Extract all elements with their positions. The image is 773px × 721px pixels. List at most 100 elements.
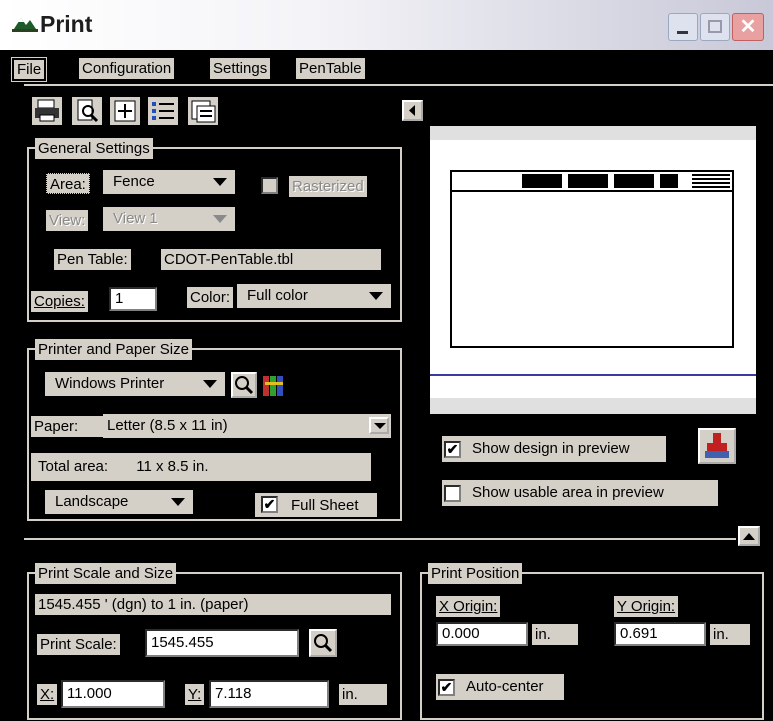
- menu-file[interactable]: File: [10, 57, 48, 82]
- chevron-down-icon: [203, 380, 217, 388]
- orientation-dropdown[interactable]: Landscape: [45, 490, 193, 514]
- show-usable-checkbox[interactable]: [444, 485, 461, 502]
- orientation-value: Landscape: [55, 493, 129, 510]
- x-origin-label: X Origin:: [436, 596, 501, 617]
- paper-value: Letter (8.5 x 11 in): [107, 417, 228, 434]
- x-origin-input[interactable]: 0.000: [436, 622, 528, 646]
- color-dropdown[interactable]: Full color: [237, 284, 391, 308]
- printer-dropdown[interactable]: Windows Printer: [45, 372, 225, 396]
- color-value: Full color: [247, 287, 308, 304]
- preview-title-block-right: [692, 174, 730, 188]
- y-origin-input[interactable]: 0.691: [614, 622, 706, 646]
- printer-paper-group: Printer and Paper Size Windows Printer P…: [27, 339, 402, 521]
- chevron-down-icon: [213, 215, 227, 223]
- pen-table-label: Pen Table:: [54, 249, 131, 270]
- properties-icon[interactable]: [188, 97, 218, 125]
- print-scale-input[interactable]: 1545.455: [145, 629, 299, 657]
- title-bar: Print ✕: [0, 0, 773, 50]
- area-value: Fence: [113, 173, 155, 190]
- general-settings-group: General Settings Area: Fence Rasterized …: [27, 138, 402, 322]
- show-design-row: ✔ Show design in preview: [442, 436, 666, 462]
- view-dropdown[interactable]: View 1: [103, 207, 235, 231]
- list-icon[interactable]: [148, 97, 178, 125]
- scale-search-button[interactable]: [309, 629, 337, 657]
- app-logo-icon: [12, 12, 38, 32]
- preview-bottom-line: [430, 374, 756, 376]
- rasterized-checkbox[interactable]: [261, 177, 278, 194]
- print-scale-label: Print Scale:: [37, 634, 120, 655]
- area-label: Area:: [46, 173, 90, 194]
- size-unit-label: in.: [339, 684, 387, 705]
- toolbar: [30, 93, 260, 129]
- print-position-group: Print Position X Origin: 0.000 in. Y Ori…: [420, 563, 764, 720]
- window-title: Print: [40, 11, 93, 37]
- full-sheet-checkbox[interactable]: ✔: [261, 496, 278, 513]
- y-origin-label: Y Origin:: [614, 596, 679, 617]
- menu-configuration[interactable]: Configuration: [79, 58, 175, 79]
- printer-icon[interactable]: [32, 97, 62, 125]
- x-size-input[interactable]: 11.000: [61, 680, 165, 708]
- arrow-left-icon: [409, 105, 415, 116]
- full-sheet-row: ✔ Full Sheet: [255, 493, 377, 517]
- area-dropdown[interactable]: Fence: [103, 170, 235, 194]
- magnifier-icon: [314, 634, 333, 653]
- paper-dropdown[interactable]: Letter (8.5 x 11 in): [103, 414, 391, 438]
- scale-ratio-text: 1545.455 ' (dgn) to 1 in. (paper): [35, 594, 391, 615]
- general-settings-title: General Settings: [35, 138, 153, 159]
- menu-settings[interactable]: Settings: [210, 58, 271, 79]
- chevron-down-icon: [171, 498, 185, 506]
- print-position-title: Print Position: [428, 563, 523, 584]
- preview-bottom-band: [430, 398, 756, 414]
- chevron-down-icon: [369, 292, 383, 300]
- printer-search-button[interactable]: [231, 372, 257, 398]
- y-size-input[interactable]: 7.118: [209, 680, 329, 708]
- copies-label: Copies:: [31, 291, 88, 312]
- collapse-left-button[interactable]: [402, 100, 423, 121]
- menu-divider: [24, 84, 773, 86]
- maximize-area-icon[interactable]: [110, 97, 140, 125]
- view-label: View:: [46, 210, 89, 231]
- plot-stamp-icon: [705, 433, 729, 458]
- close-icon: ✕: [739, 16, 757, 38]
- printer-value: Windows Printer: [55, 375, 165, 392]
- close-button[interactable]: ✕: [732, 13, 764, 41]
- show-usable-row: Show usable area in preview: [442, 480, 718, 506]
- maximize-button[interactable]: [700, 13, 730, 41]
- color-label: Color:: [187, 287, 234, 308]
- print-scale-group: Print Scale and Size 1545.455 ' (dgn) to…: [27, 563, 402, 720]
- chevron-down-icon: [213, 178, 227, 186]
- copies-input[interactable]: 1: [109, 287, 157, 311]
- menu-bar: File Configuration Settings PenTable: [0, 52, 773, 82]
- maximize-icon: [708, 20, 722, 33]
- dropdown-button[interactable]: [369, 417, 389, 434]
- total-area-label: Total area:: [38, 458, 109, 475]
- preview-panel: [430, 126, 756, 414]
- full-sheet-label: Full Sheet: [291, 497, 359, 514]
- print-button[interactable]: [698, 428, 736, 464]
- chevron-down-icon: [374, 423, 386, 429]
- print-scale-title: Print Scale and Size: [35, 563, 177, 584]
- y-size-label: Y:: [185, 684, 205, 705]
- auto-center-row: ✔ Auto-center: [436, 674, 564, 700]
- printer-properties-icon[interactable]: [261, 374, 287, 398]
- menu-pentable[interactable]: PenTable: [296, 58, 365, 79]
- y-origin-unit: in.: [710, 624, 750, 645]
- show-design-checkbox[interactable]: ✔: [444, 441, 461, 458]
- auto-center-checkbox[interactable]: ✔: [438, 679, 455, 696]
- magnifier-icon: [235, 376, 254, 395]
- paper-label: Paper:: [34, 418, 79, 435]
- auto-center-label: Auto-center: [466, 678, 544, 695]
- preview-top-band: [430, 126, 756, 140]
- total-area-row: Total area: 11 x 8.5 in.: [31, 453, 371, 481]
- minimize-button[interactable]: [668, 13, 698, 41]
- arrow-up-icon: [743, 533, 755, 540]
- x-size-label: X:: [37, 684, 58, 705]
- printer-paper-title: Printer and Paper Size: [35, 339, 192, 360]
- preview-title-block: [522, 174, 678, 188]
- collapse-up-button[interactable]: [738, 526, 760, 546]
- rasterized-label: Rasterized: [289, 176, 367, 197]
- pen-table-value: CDOT-PenTable.tbl: [161, 249, 381, 270]
- x-origin-unit: in.: [532, 624, 578, 645]
- preview-header-line: [452, 190, 732, 192]
- preview-icon[interactable]: [72, 97, 102, 125]
